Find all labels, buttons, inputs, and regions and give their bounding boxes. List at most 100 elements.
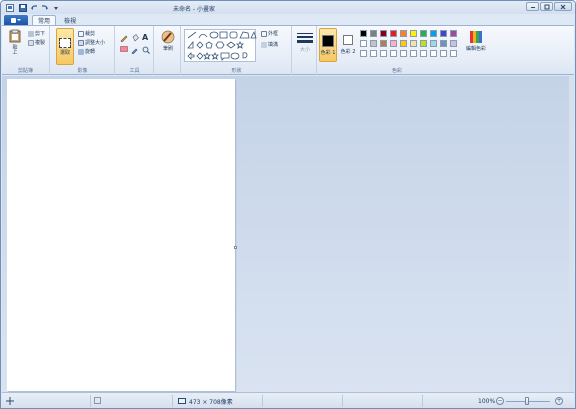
palette-swatch[interactable] (420, 30, 427, 37)
copy-button[interactable]: 複製 (28, 39, 45, 46)
status-divider (90, 395, 91, 407)
zoom-slider-thumb[interactable] (525, 397, 529, 405)
palette-swatch[interactable] (430, 30, 437, 37)
palette-swatch[interactable] (390, 30, 397, 37)
status-divider (172, 395, 173, 407)
color2-button[interactable]: 色彩 2 (339, 29, 357, 61)
color1-label: 色彩 1 (320, 49, 336, 56)
palette-swatch[interactable] (450, 50, 457, 57)
palette-swatch[interactable] (400, 30, 407, 37)
palette-swatch[interactable] (380, 50, 387, 57)
cut-label: 剪下 (35, 31, 46, 37)
brush-icon (161, 30, 175, 44)
shapes-gallery[interactable] (184, 29, 257, 62)
clipboard-icon (9, 29, 21, 43)
palette-swatch[interactable] (360, 30, 367, 37)
zoom-in-button[interactable]: + (555, 397, 563, 405)
eraser-icon[interactable] (120, 46, 128, 52)
tools-group: A 工具 (116, 26, 154, 75)
dropdown-arrow-icon (17, 19, 21, 21)
palette-swatch[interactable] (370, 50, 377, 57)
crosshair-icon (6, 397, 14, 405)
paint-window: 未命名 - 小畫家 常用 檢視 貼上 剪下 複製 剪貼簿 選取 裁剪 調整大小 … (0, 0, 576, 409)
color-picker-icon[interactable] (131, 46, 139, 54)
zoom-out-button[interactable]: − (496, 397, 504, 405)
paste-label: 貼上 (11, 44, 18, 54)
shapes-group: 外框 填滿 形狀 (182, 26, 292, 75)
copy-icon (28, 39, 34, 46)
status-bar: 473 × 708像素 100% − + (2, 392, 574, 408)
pencil-icon[interactable] (120, 34, 128, 42)
palette-swatch[interactable] (440, 50, 447, 57)
size-button[interactable]: 大小 (296, 32, 314, 53)
window-controls (526, 2, 572, 11)
edit-colors-button[interactable]: 編輯色彩 (463, 30, 489, 52)
tab-view[interactable]: 檢視 (59, 15, 81, 25)
palette-swatch[interactable] (420, 50, 427, 57)
rotate-button[interactable]: 旋轉 (78, 48, 95, 55)
scissors-icon (28, 30, 34, 37)
palette-swatch[interactable] (450, 30, 457, 37)
palette-swatch[interactable] (400, 40, 407, 47)
palette-swatch[interactable] (410, 40, 417, 47)
maximize-button[interactable] (540, 2, 553, 11)
minimize-button[interactable] (526, 2, 539, 11)
palette-swatch[interactable] (380, 30, 387, 37)
edit-colors-label: 編輯色彩 (465, 46, 486, 52)
color-palette (360, 30, 464, 62)
outline-icon (261, 30, 267, 37)
palette-swatch[interactable] (370, 40, 377, 47)
resize-icon (78, 39, 84, 46)
palette-swatch[interactable] (420, 40, 427, 47)
image-size: 473 × 708像素 (178, 396, 233, 406)
workspace (2, 76, 574, 392)
fill-label: 填滿 (268, 42, 279, 48)
rotate-label: 旋轉 (85, 49, 96, 55)
resize-handle-right[interactable] (234, 246, 237, 249)
fill-button[interactable]: 填滿 (261, 41, 278, 48)
line-width-icon (297, 33, 313, 43)
image-dimensions: 473 × 708像素 (189, 398, 233, 406)
palette-swatch[interactable] (410, 30, 417, 37)
crop-button[interactable]: 裁剪 (78, 30, 95, 37)
paint-menu-button[interactable] (4, 15, 28, 25)
palette-swatch[interactable] (400, 50, 407, 57)
brushes-label: 筆刷 (162, 46, 173, 52)
palette-swatch[interactable] (440, 40, 447, 47)
ribbon: 貼上 剪下 複製 剪貼簿 選取 裁剪 調整大小 旋轉 影像 A 工具 筆刷 外框… (2, 25, 574, 75)
document-icon (11, 17, 16, 23)
paste-button[interactable]: 貼上 (8, 29, 22, 54)
fill-bucket-icon[interactable] (131, 34, 139, 42)
title-bar: 未命名 - 小畫家 (1, 1, 575, 14)
palette-swatch[interactable] (360, 40, 367, 47)
vertical-scroll-area (569, 76, 574, 392)
palette-swatch[interactable] (410, 50, 417, 57)
palette-swatch[interactable] (370, 30, 377, 37)
color1-button[interactable]: 色彩 1 (319, 28, 337, 62)
crop-label: 裁剪 (85, 31, 96, 37)
drawing-canvas[interactable] (7, 79, 235, 391)
resize-button[interactable]: 調整大小 (78, 39, 105, 46)
image-size-icon (178, 398, 186, 404)
image-group: 選取 裁剪 調整大小 旋轉 影像 (51, 26, 115, 75)
shapes-group-label: 形狀 (231, 68, 242, 74)
palette-swatch[interactable] (360, 50, 367, 57)
text-tool-icon[interactable]: A (142, 33, 148, 42)
palette-swatch[interactable] (430, 50, 437, 57)
brushes-button[interactable]: 筆刷 (159, 30, 177, 52)
palette-swatch[interactable] (390, 50, 397, 57)
fill-icon (261, 41, 267, 48)
magnifier-icon[interactable] (142, 46, 150, 54)
close-button[interactable] (554, 2, 572, 11)
palette-swatch[interactable] (430, 40, 437, 47)
palette-swatch[interactable] (390, 40, 397, 47)
outline-button[interactable]: 外框 (261, 30, 278, 37)
select-button[interactable]: 選取 (56, 28, 74, 65)
cut-button[interactable]: 剪下 (28, 30, 45, 37)
clipboard-group-label: 剪貼簿 (17, 68, 33, 74)
palette-swatch[interactable] (440, 30, 447, 37)
palette-swatch[interactable] (380, 40, 387, 47)
palette-swatch[interactable] (450, 40, 457, 47)
tab-home[interactable]: 常用 (32, 15, 56, 25)
select-label: 選取 (59, 49, 70, 56)
